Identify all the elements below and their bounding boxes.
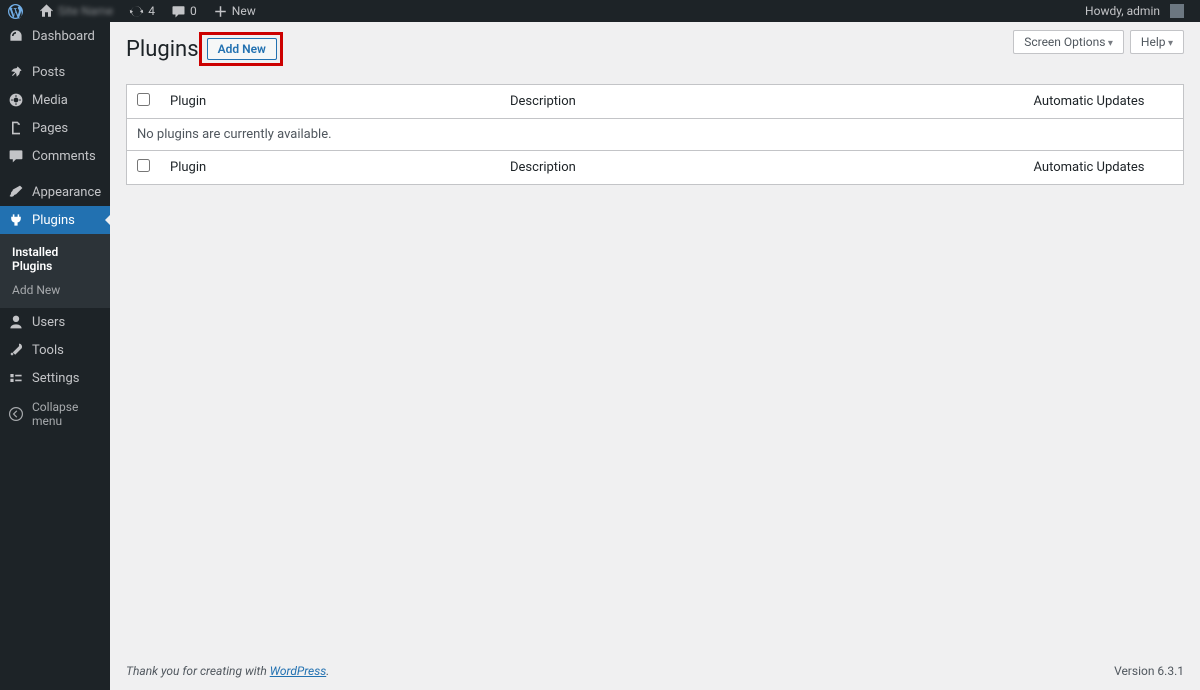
sidebar-item-settings[interactable]: Settings bbox=[0, 364, 110, 392]
home-icon bbox=[39, 4, 54, 19]
plus-icon bbox=[213, 4, 228, 19]
footer-thanks-pre: Thank you for creating with bbox=[126, 664, 270, 678]
collapse-icon bbox=[8, 406, 24, 422]
sidebar-item-label: Posts bbox=[32, 65, 65, 80]
sidebar-item-label: Tools bbox=[32, 343, 64, 358]
plugins-table: Plugin Description Automatic Updates No … bbox=[126, 84, 1184, 185]
user-icon bbox=[8, 314, 24, 330]
wordpress-icon bbox=[8, 4, 23, 19]
sidebar-item-tools[interactable]: Tools bbox=[0, 336, 110, 364]
sidebar-item-plugins[interactable]: Plugins bbox=[0, 206, 110, 234]
col-auto-footer[interactable]: Automatic Updates bbox=[1024, 151, 1184, 185]
footer-thanks-post: . bbox=[326, 664, 329, 678]
updates-link[interactable]: 4 bbox=[121, 0, 163, 22]
settings-icon bbox=[8, 370, 24, 386]
new-content-link[interactable]: New bbox=[205, 0, 264, 22]
screen-options-button[interactable]: Screen Options bbox=[1013, 30, 1124, 54]
site-name-text: Site Name bbox=[58, 4, 113, 18]
sidebar-item-dashboard[interactable]: Dashboard bbox=[0, 22, 110, 50]
select-all-header bbox=[127, 85, 161, 119]
collapse-label: Collapse menu bbox=[32, 400, 102, 428]
comments-link[interactable]: 0 bbox=[163, 0, 205, 22]
comments-count: 0 bbox=[190, 4, 197, 18]
select-all-footer bbox=[127, 151, 161, 185]
help-button[interactable]: Help bbox=[1130, 30, 1184, 54]
col-plugin-footer[interactable]: Plugin bbox=[160, 151, 500, 185]
site-link[interactable]: Site Name bbox=[31, 0, 121, 22]
sidebar-item-label: Media bbox=[32, 93, 68, 108]
updates-count: 4 bbox=[148, 4, 155, 18]
col-description-header[interactable]: Description bbox=[500, 85, 1024, 119]
pin-icon bbox=[8, 64, 24, 80]
sidebar-item-label: Settings bbox=[32, 371, 79, 386]
col-auto-header[interactable]: Automatic Updates bbox=[1024, 85, 1184, 119]
page-title: Plugins bbox=[126, 37, 199, 62]
submenu-add-new[interactable]: Add New bbox=[0, 278, 110, 302]
highlight-annotation: Add New bbox=[199, 32, 283, 66]
sidebar-item-label: Dashboard bbox=[32, 29, 95, 44]
add-new-button[interactable]: Add New bbox=[207, 38, 277, 60]
sidebar-item-comments[interactable]: Comments bbox=[0, 142, 110, 170]
sidebar-item-label: Users bbox=[32, 315, 65, 330]
collapse-menu[interactable]: Collapse menu bbox=[0, 392, 110, 436]
plugins-submenu: Installed Plugins Add New bbox=[0, 234, 110, 308]
update-icon bbox=[129, 4, 144, 19]
account-link[interactable]: Howdy, admin bbox=[1077, 0, 1192, 22]
sidebar-item-users[interactable]: Users bbox=[0, 308, 110, 336]
footer-version: Version 6.3.1 bbox=[1114, 664, 1184, 678]
sidebar-item-label: Pages bbox=[32, 121, 68, 136]
new-label: New bbox=[232, 4, 256, 18]
comment-icon bbox=[171, 4, 186, 19]
plugin-icon bbox=[8, 212, 24, 228]
submenu-installed-plugins[interactable]: Installed Plugins bbox=[0, 240, 110, 278]
comment-icon bbox=[8, 148, 24, 164]
footer-wordpress-link[interactable]: WordPress bbox=[270, 664, 327, 678]
sidebar-item-media[interactable]: Media bbox=[0, 86, 110, 114]
empty-message: No plugins are currently available. bbox=[127, 119, 1184, 151]
select-all-checkbox-top[interactable] bbox=[137, 93, 150, 106]
sidebar-item-label: Comments bbox=[32, 149, 96, 164]
admin-footer: Thank you for creating with WordPress. V… bbox=[110, 656, 1200, 690]
sidebar-item-label: Appearance bbox=[32, 185, 101, 200]
brush-icon bbox=[8, 184, 24, 200]
admin-sidebar: Dashboard Posts Media Pages Comments App… bbox=[0, 22, 110, 690]
sidebar-item-pages[interactable]: Pages bbox=[0, 114, 110, 142]
content-area: Screen Options Help Plugins Add New Plug… bbox=[110, 22, 1200, 690]
pages-icon bbox=[8, 120, 24, 136]
sidebar-item-label: Plugins bbox=[32, 213, 75, 228]
avatar bbox=[1170, 4, 1184, 18]
media-icon bbox=[8, 92, 24, 108]
col-plugin-header[interactable]: Plugin bbox=[160, 85, 500, 119]
howdy-text: Howdy, admin bbox=[1085, 4, 1160, 18]
sidebar-item-appearance[interactable]: Appearance bbox=[0, 178, 110, 206]
admin-bar: Site Name 4 0 New Howdy, admin bbox=[0, 0, 1200, 22]
select-all-checkbox-bottom[interactable] bbox=[137, 159, 150, 172]
col-description-footer[interactable]: Description bbox=[500, 151, 1024, 185]
dashboard-icon bbox=[8, 28, 24, 44]
sidebar-item-posts[interactable]: Posts bbox=[0, 58, 110, 86]
wp-logo[interactable] bbox=[0, 0, 31, 22]
wrench-icon bbox=[8, 342, 24, 358]
